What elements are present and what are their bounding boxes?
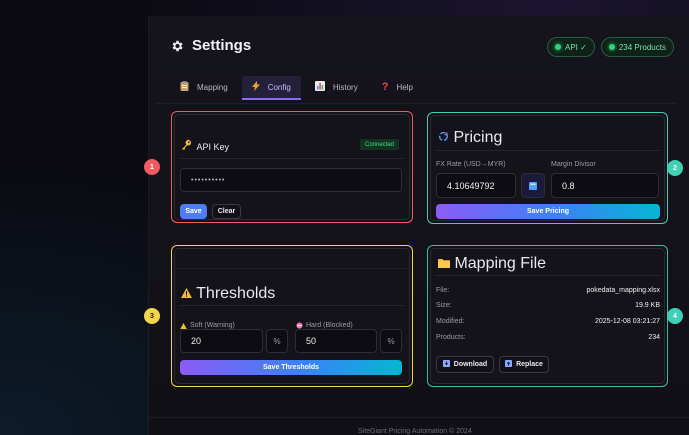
modified-key: Modified: (436, 318, 465, 325)
question-icon: ? (381, 81, 389, 93)
save-pricing-button[interactable]: Save Pricing (436, 204, 660, 219)
save-api-key-button[interactable]: Save (180, 204, 207, 219)
tab-bar: Mapping Config History ? Help (170, 76, 423, 100)
download-button[interactable]: Download (436, 356, 494, 373)
mapping-row-size: Size: 19.9 KB (436, 302, 660, 309)
hard-threshold-label: Hard (Blocked) (306, 321, 353, 329)
fx-rate-input[interactable]: 4.10649792 (436, 173, 516, 198)
tabs-divider (156, 103, 676, 104)
footer-divider (148, 417, 689, 418)
marker-2: 2 (667, 160, 683, 176)
connected-badge: Connected (360, 139, 400, 150)
thresholds-top-divider (175, 268, 409, 269)
mapping-row-products: Products: 234 (436, 334, 660, 341)
status-dot-icon (555, 44, 561, 50)
tab-history[interactable]: History (305, 76, 368, 98)
marker-1: 1 (144, 159, 160, 175)
download-icon (442, 360, 450, 369)
lightning-icon (251, 80, 260, 94)
page-header: Settings (170, 37, 251, 54)
modified-value: 2025-12-08 03:21:27 (595, 318, 660, 325)
fx-rate-label: FX Rate (USD→MYR) (436, 161, 506, 168)
size-value: 19.9 KB (635, 302, 660, 309)
mapping-file-header: Mapping File (438, 255, 546, 273)
margin-divisor-label: Margin Divisor (551, 161, 596, 168)
margin-divisor-input[interactable]: 0.8 (551, 173, 659, 198)
gear-icon (170, 39, 184, 53)
tab-mapping[interactable]: Mapping (170, 76, 238, 98)
products-key: Products: (436, 334, 466, 341)
api-status-label: API ✓ (565, 42, 587, 52)
footer-text: SiteGiant Pricing Automation © 2024 (358, 428, 472, 435)
pricing-title: Pricing (453, 129, 503, 146)
soft-threshold-unit: % (266, 329, 288, 353)
tab-config-label: Config (267, 82, 291, 92)
api-key-input[interactable]: •••••••••• (180, 168, 402, 192)
mapping-row-file: File: pokedata_mapping.xlsx (436, 287, 660, 294)
file-value: pokedata_mapping.xlsx (586, 287, 660, 294)
mapping-file-title: Mapping File (454, 255, 547, 272)
tab-config[interactable]: Config (241, 76, 301, 100)
soft-threshold-input[interactable]: 20 (180, 329, 263, 353)
products-count-badge: 234 Products (600, 37, 674, 57)
api-key-divider (180, 158, 404, 159)
tab-history-label: History (332, 82, 358, 92)
hard-threshold-input[interactable]: 50 (295, 329, 377, 353)
mapping-row-modified: Modified: 2025-12-08 03:21:27 (436, 318, 660, 325)
api-key-header: API Key (181, 137, 229, 155)
warning-icon (181, 285, 196, 302)
thresholds-title: Thresholds (196, 285, 276, 302)
mapping-file-divider (436, 275, 660, 276)
file-key: File: (436, 287, 450, 294)
tab-help[interactable]: ? Help (372, 76, 423, 98)
products-value: 234 (648, 334, 660, 341)
status-badges: API ✓ 234 Products (547, 37, 674, 57)
folder-icon (438, 255, 454, 272)
clipboard-icon (180, 80, 189, 94)
replace-button[interactable]: Replace (499, 356, 549, 373)
marker-3: 3 (144, 308, 160, 324)
fx-refresh-button[interactable] (521, 173, 545, 198)
api-status-badge: API ✓ (547, 37, 595, 57)
tab-mapping-label: Mapping (197, 82, 228, 92)
bar-chart-icon (314, 80, 325, 94)
tab-help-label: Help (396, 82, 413, 92)
clear-api-key-button[interactable]: Clear (212, 204, 241, 219)
status-dot-icon (608, 44, 615, 50)
pricing-header: Pricing (438, 129, 502, 147)
soft-threshold-label: Soft (Warning) (190, 321, 235, 329)
marker-4: 4 (667, 308, 683, 324)
api-key-title: API Key (196, 142, 229, 152)
size-key: Size: (436, 302, 452, 309)
key-icon (181, 137, 196, 154)
calculator-icon (529, 177, 537, 195)
highlight-box-1 (171, 111, 413, 223)
replace-icon (505, 360, 513, 369)
thresholds-header: Thresholds (181, 285, 275, 303)
replace-label: Replace (516, 361, 543, 368)
download-label: Download (453, 361, 488, 368)
save-thresholds-button[interactable]: Save Thresholds (180, 360, 402, 375)
page-title: Settings (192, 37, 252, 54)
refresh-icon (438, 129, 453, 146)
thresholds-divider (180, 305, 404, 306)
hard-threshold-unit: % (380, 329, 402, 353)
products-count-label: 234 Products (618, 42, 666, 52)
pricing-divider (436, 150, 660, 151)
